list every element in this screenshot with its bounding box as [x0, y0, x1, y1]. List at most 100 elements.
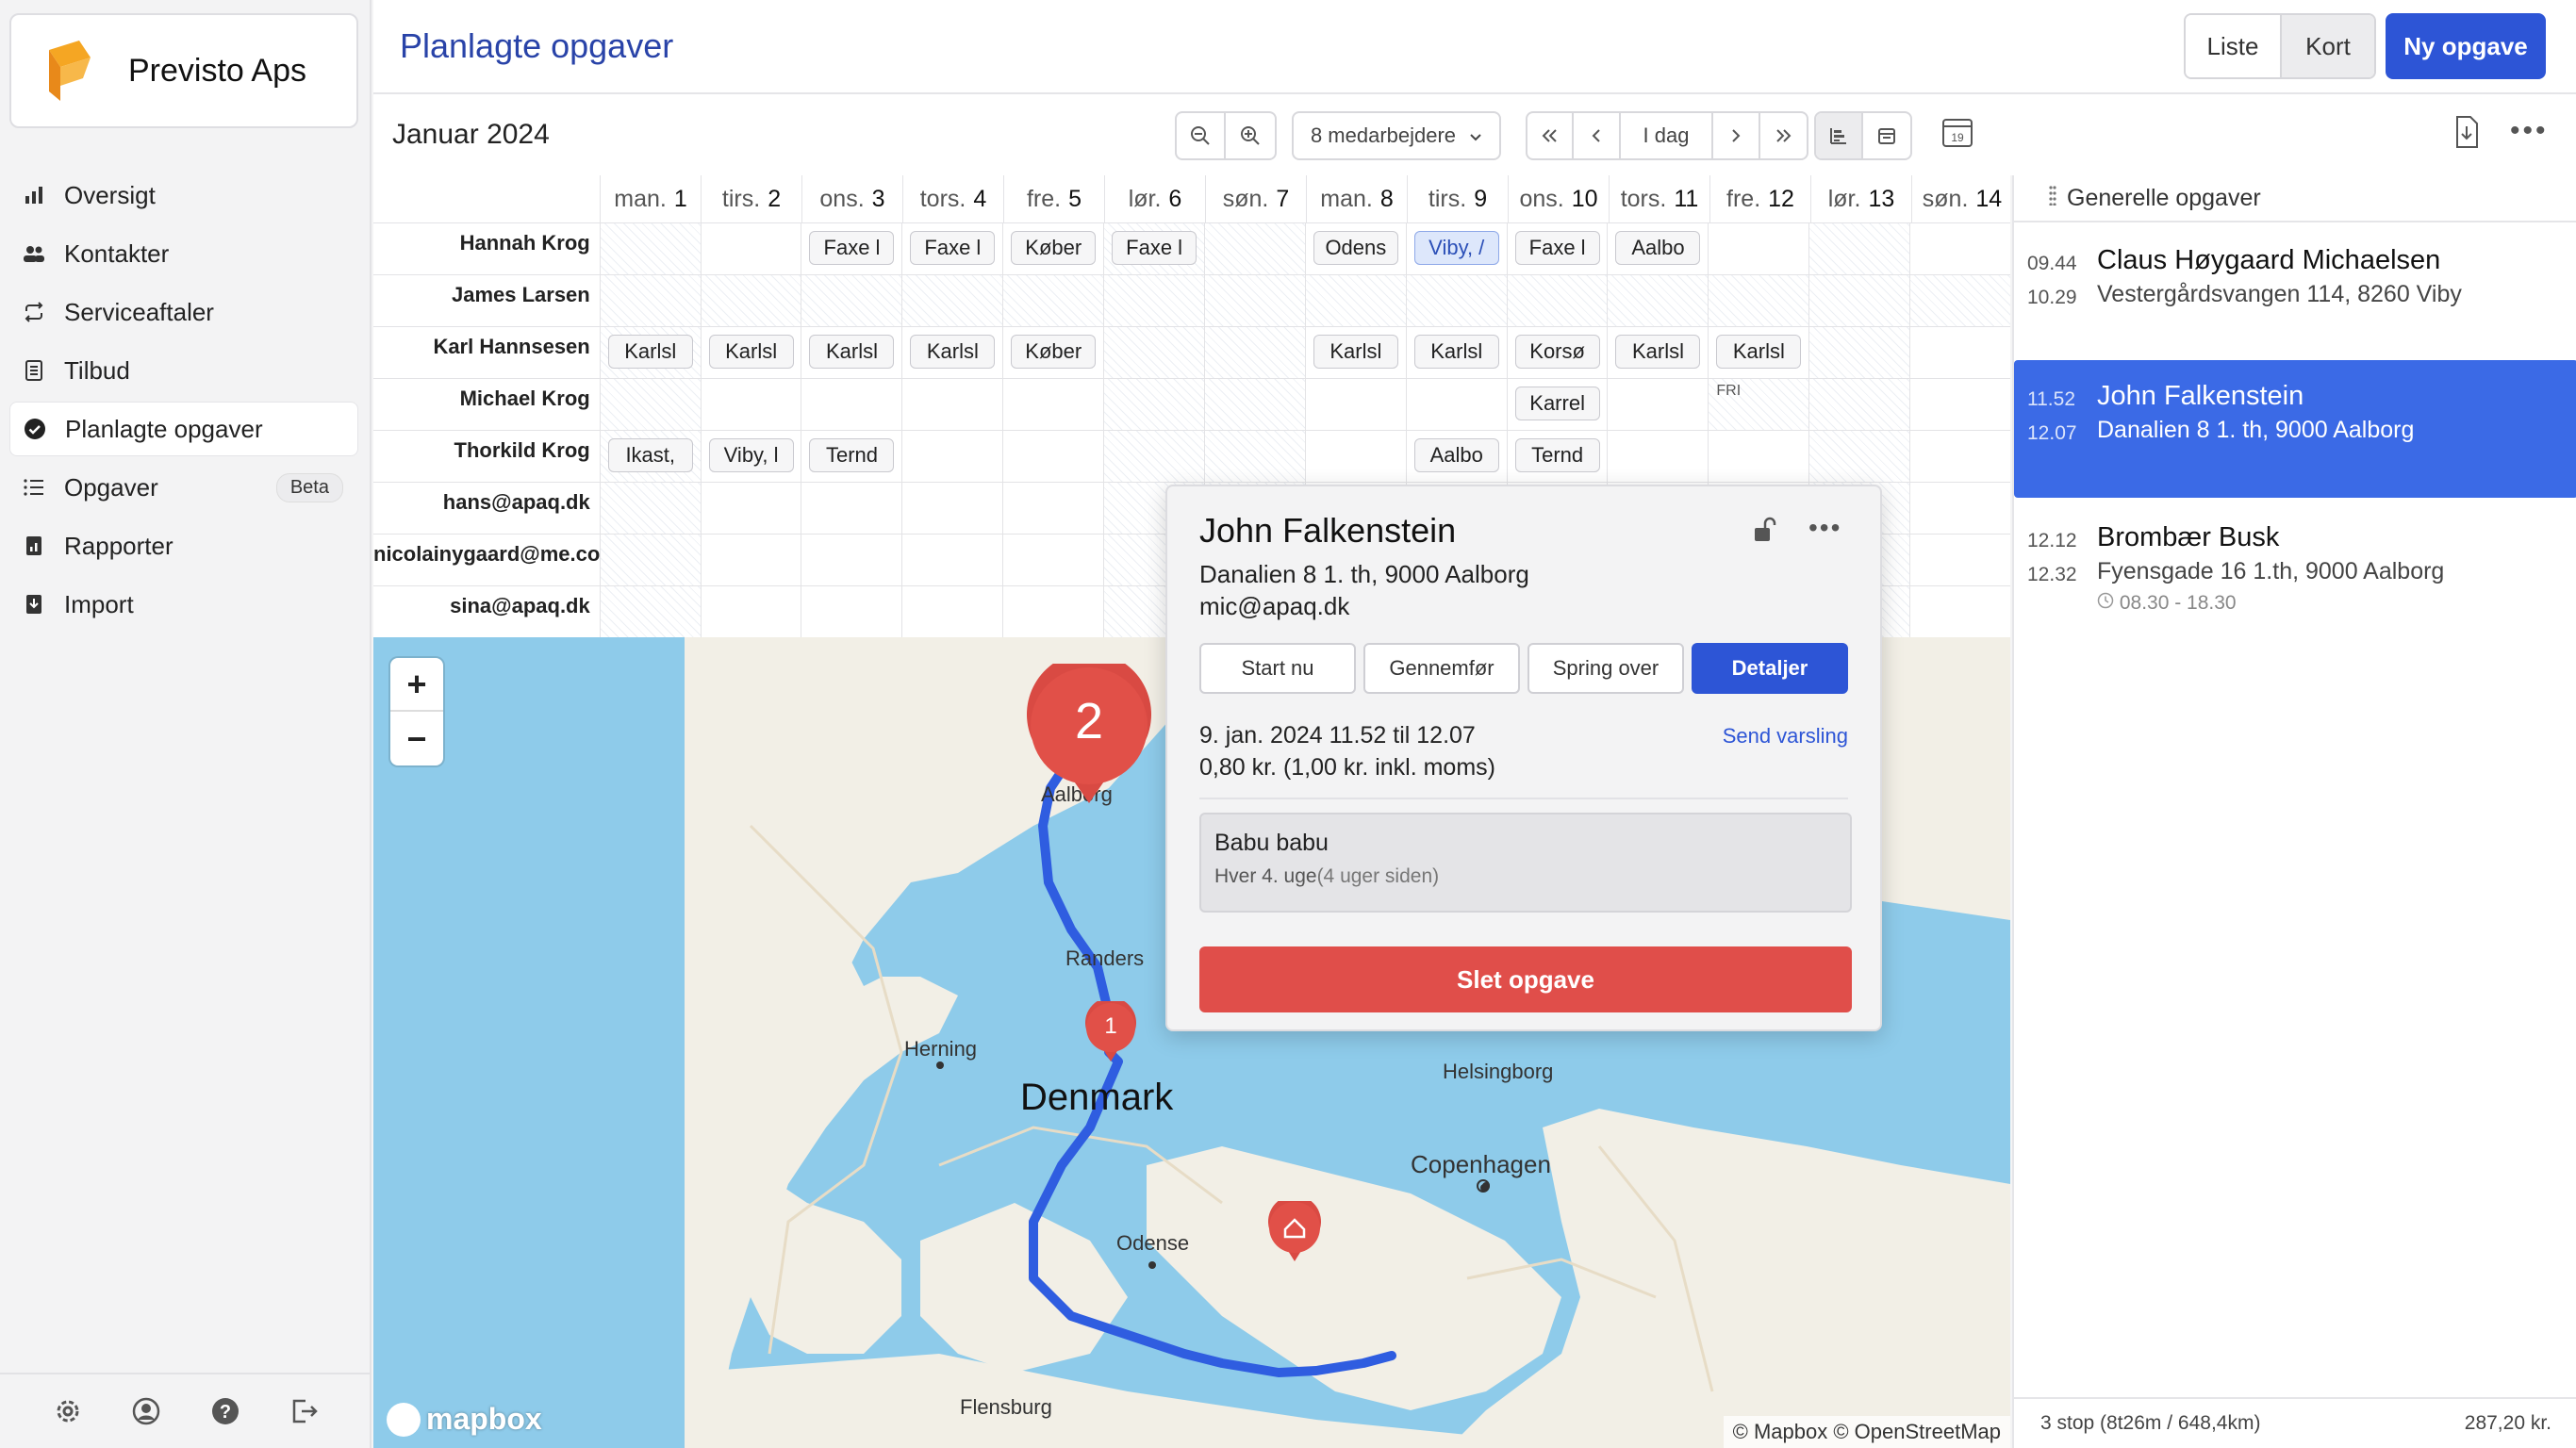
calendar-cell[interactable]: Viby, / — [1405, 223, 1507, 274]
calendar-cell[interactable] — [1103, 379, 1204, 430]
calendar-cell[interactable] — [700, 586, 801, 637]
drag-handle-icon[interactable] — [2048, 185, 2057, 212]
task-chip[interactable]: Karrel — [1514, 387, 1600, 420]
calendar-cell[interactable] — [700, 379, 801, 430]
task-chip[interactable]: Karlsl — [1313, 335, 1398, 369]
task-chip[interactable]: Karlsl — [607, 335, 693, 369]
calendar-cell[interactable] — [1103, 275, 1204, 326]
calendar-cell[interactable] — [1002, 431, 1103, 482]
task-chip[interactable]: Køber — [1011, 335, 1097, 369]
task-list-item[interactable]: 09.44 10.29 Claus Høygaard Michaelsen Ve… — [2014, 224, 2576, 362]
task-chip[interactable]: Faxe l — [910, 231, 996, 265]
zoom-in-icon[interactable] — [1226, 113, 1275, 158]
sidebar-item-oversigt[interactable]: Oversigt — [9, 168, 358, 222]
calendar-cell[interactable]: Køber — [1002, 223, 1103, 274]
calendar-cell[interactable] — [700, 483, 801, 534]
task-chip[interactable]: Karlsl — [809, 335, 895, 369]
calendar-cell[interactable]: Karlsl — [901, 327, 1002, 378]
sidebar-item-serviceaftaler[interactable]: Serviceaftaler — [9, 285, 358, 339]
unlock-icon[interactable] — [1752, 517, 1776, 550]
task-chip[interactable]: Odens — [1313, 231, 1398, 265]
calendar-cell[interactable]: Ikast, — [599, 431, 701, 482]
calendar-cell[interactable] — [700, 223, 801, 274]
calendar-date-icon[interactable]: 19 — [1940, 115, 1974, 154]
calendar-cell[interactable] — [1002, 586, 1103, 637]
calendar-cell[interactable] — [901, 586, 1002, 637]
calendar-cell[interactable] — [1203, 431, 1305, 482]
task-chip[interactable]: Viby, l — [708, 438, 794, 472]
calendar-cell[interactable] — [1607, 431, 1708, 482]
calendar-day-header[interactable]: søn. 14 — [1911, 175, 2012, 222]
calendar-cell[interactable]: Faxe l — [801, 223, 901, 274]
calendar-cell[interactable] — [1304, 379, 1406, 430]
double-chevron-left-icon[interactable] — [1527, 113, 1575, 158]
chevron-right-icon[interactable] — [1713, 113, 1760, 158]
calendar-cell[interactable] — [1909, 431, 2010, 482]
calendar-cell[interactable] — [901, 431, 1002, 482]
sidebar-item-opgaver[interactable]: Opgaver Beta — [9, 460, 358, 515]
calendar-cell[interactable] — [1203, 379, 1305, 430]
calendar-cell[interactable] — [599, 223, 701, 274]
task-chip[interactable]: Karlsl — [1615, 335, 1701, 369]
task-chip[interactable]: Ikast, — [607, 438, 693, 472]
calendar-cell[interactable] — [901, 275, 1003, 326]
calendar-cell[interactable] — [1808, 223, 1910, 274]
sidebar-item-rapporter[interactable]: Rapporter — [9, 518, 358, 573]
calendar-cell[interactable] — [1708, 223, 1808, 274]
route-marker-2[interactable]: 2 — [1026, 664, 1152, 805]
calendar-cell[interactable] — [1909, 535, 2010, 585]
calendar-cell[interactable] — [1909, 586, 2010, 637]
view-list-button[interactable]: Liste — [2186, 15, 2280, 77]
calendar-cell[interactable] — [801, 379, 901, 430]
task-list-item-selected[interactable]: 11.52 12.07 John Falkenstein Danalien 8 … — [2014, 360, 2576, 498]
calendar-day-header[interactable]: tors. 11 — [1609, 175, 1709, 222]
calendar-cell[interactable] — [1808, 275, 1910, 326]
calendar-cell[interactable] — [1304, 431, 1406, 482]
calendar-cell[interactable]: Køber — [1002, 327, 1103, 378]
skip-button[interactable]: Spring over — [1527, 643, 1684, 694]
start-now-button[interactable]: Start nu — [1199, 643, 1356, 694]
calendar-cell[interactable]: Ternd — [1506, 431, 1608, 482]
calendar-day-header[interactable]: tirs. 9 — [1407, 175, 1508, 222]
calendar-cell[interactable] — [700, 535, 801, 585]
calendar-cell[interactable] — [1808, 431, 1910, 482]
calendar-cell[interactable] — [1405, 275, 1507, 326]
calendar-cell[interactable]: Odens — [1304, 223, 1406, 274]
delete-task-button[interactable]: Slet opgave — [1199, 946, 1852, 1012]
calendar-day-header[interactable]: lør. 13 — [1810, 175, 1911, 222]
calendar-day-header[interactable]: lør. 6 — [1104, 175, 1205, 222]
calendar-cell[interactable] — [1909, 223, 2010, 274]
calendar-day-header[interactable]: ons. 10 — [1508, 175, 1609, 222]
calendar-cell[interactable]: Karlsl — [1304, 327, 1406, 378]
calendar-cell[interactable] — [801, 483, 901, 534]
calendar-cell[interactable] — [1808, 327, 1910, 378]
calendar-cell[interactable] — [801, 535, 901, 585]
sidebar-item-kontakter[interactable]: Kontakter — [9, 226, 358, 281]
sidebar-item-planlagte-opgaver[interactable]: Planlagte opgaver — [9, 402, 358, 456]
calendar-cell[interactable] — [1909, 483, 2010, 534]
timeline-view-icon[interactable] — [1816, 113, 1864, 158]
task-chip[interactable]: Aalbo — [1413, 438, 1499, 472]
task-chip[interactable]: Karlsl — [1716, 335, 1802, 369]
task-chip[interactable]: Ternd — [809, 438, 895, 472]
calendar-day-header[interactable]: fre. 12 — [1709, 175, 1810, 222]
popup-email[interactable]: mic@apaq.dk — [1199, 592, 1349, 621]
calendar-cell[interactable] — [1909, 379, 2010, 430]
double-chevron-right-icon[interactable] — [1760, 113, 1807, 158]
details-button[interactable]: Detaljer — [1692, 643, 1848, 694]
logout-icon[interactable] — [288, 1395, 320, 1427]
calendar-cell[interactable] — [599, 275, 701, 326]
task-chip[interactable]: Korsø — [1514, 335, 1600, 369]
zoom-out-icon[interactable] — [1177, 113, 1227, 158]
sidebar-item-tilbud[interactable]: Tilbud — [9, 343, 358, 398]
calendar-cell[interactable]: Karlsl — [700, 327, 801, 378]
calendar-cell[interactable]: Karlsl — [599, 327, 701, 378]
calendar-cell[interactable] — [1808, 379, 1910, 430]
route-marker-1[interactable]: 1 — [1084, 1001, 1137, 1063]
calendar-cell[interactable]: Karrel — [1506, 379, 1608, 430]
send-notice-link[interactable]: Send varsling — [1723, 724, 1848, 749]
calendar-day-header[interactable]: fre. 5 — [1003, 175, 1104, 222]
calendar-cell[interactable]: Faxe l — [1506, 223, 1608, 274]
calendar-cell[interactable]: Faxe l — [901, 223, 1002, 274]
calendar-cell[interactable]: Viby, l — [700, 431, 801, 482]
